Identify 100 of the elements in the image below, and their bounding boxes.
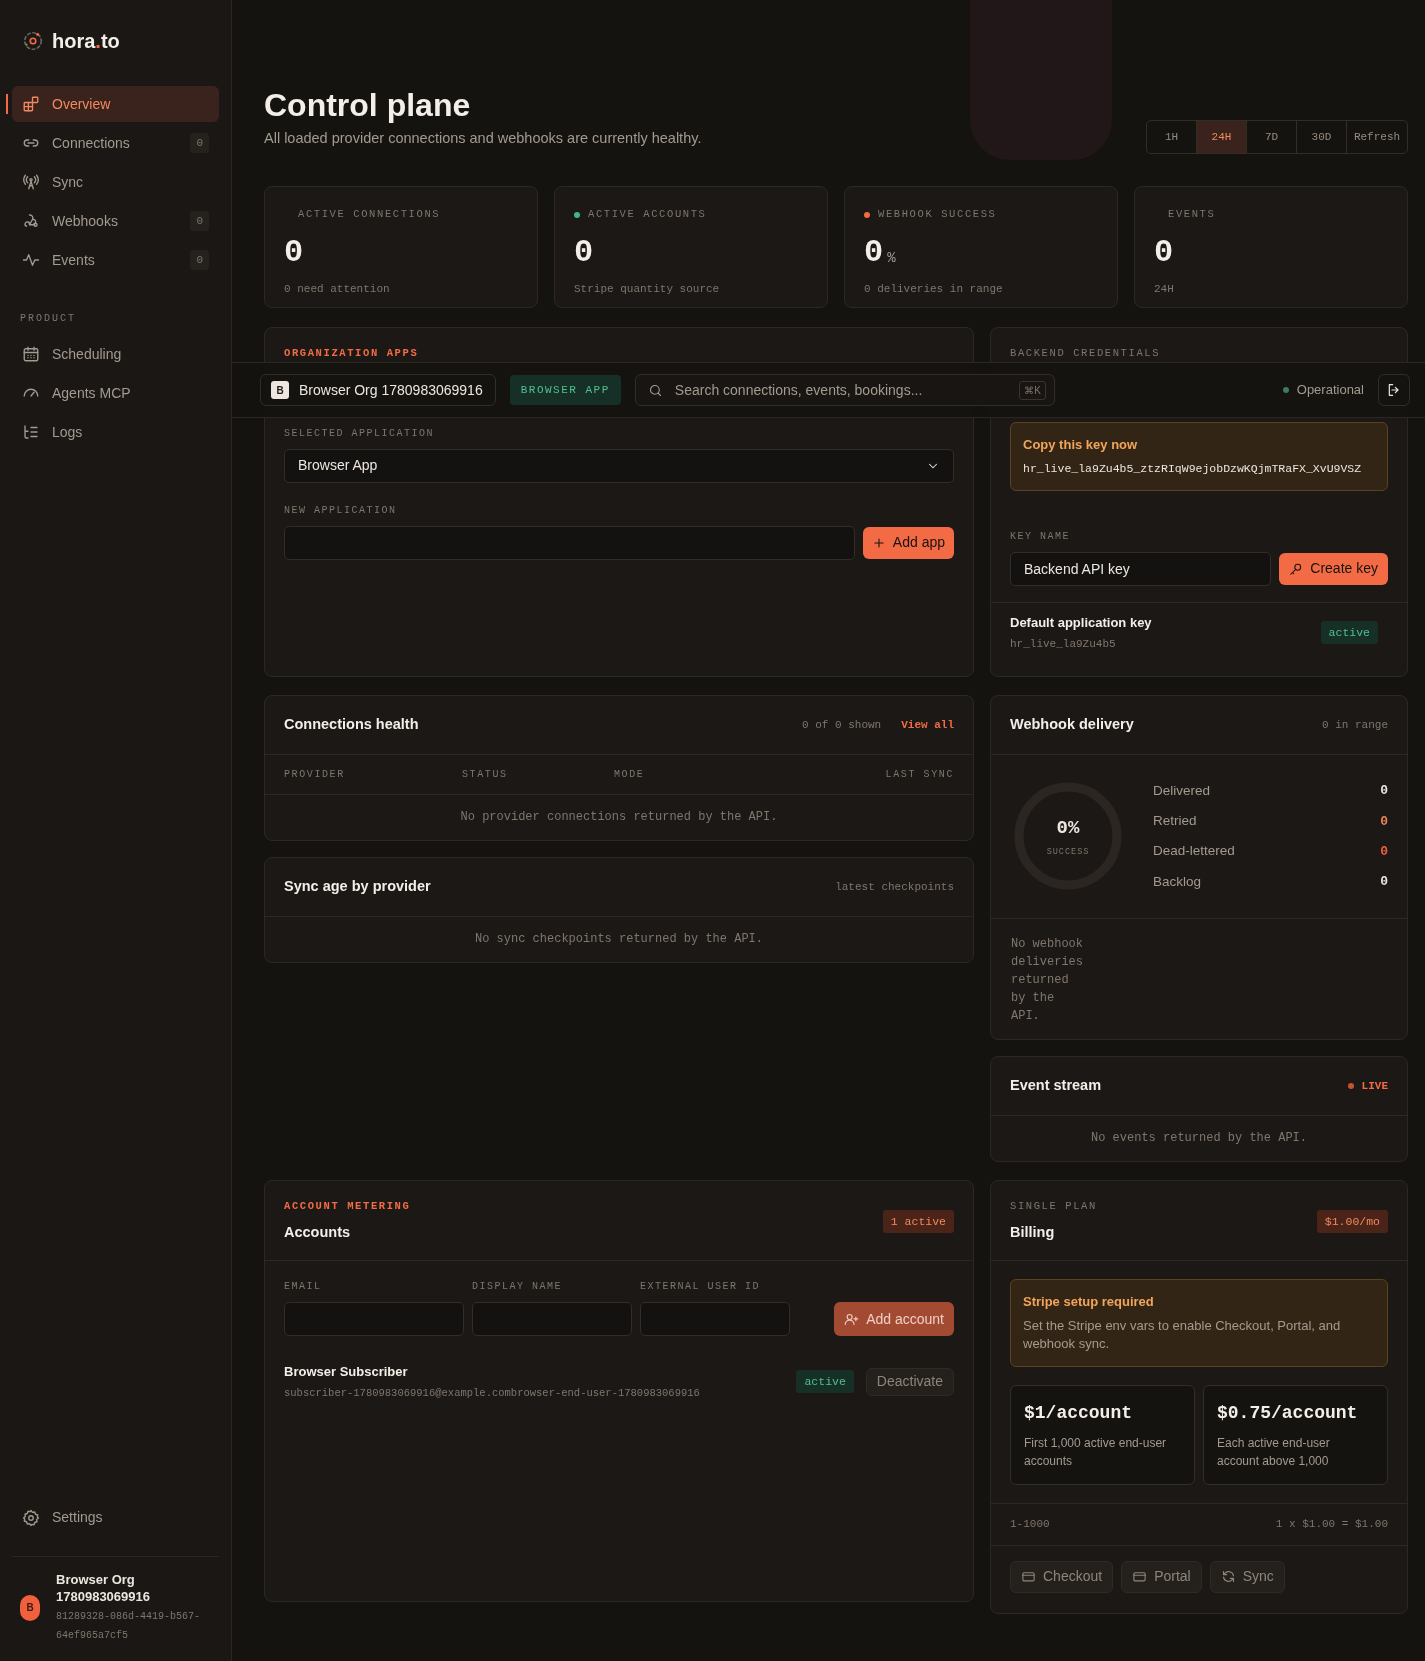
key-icon: [1289, 561, 1304, 576]
section-label: PRODUCT: [20, 312, 77, 326]
range-tab[interactable]: 30D: [1297, 121, 1347, 154]
portal-button[interactable]: Portal: [1121, 1560, 1202, 1593]
metric-value: 0: [1380, 812, 1388, 831]
key-prefix: hr_live_la9Zu4b5: [1010, 637, 1117, 653]
notice-text: Set the Stripe env vars to enable Checkout, Portal, and webhook sync.: [1023, 1316, 1342, 1354]
text-field[interactable]: [472, 1302, 632, 1337]
stat-value: 0: [864, 236, 884, 269]
sync-button[interactable]: Sync: [1209, 1560, 1285, 1593]
view-all-link[interactable]: View all: [901, 716, 954, 734]
status-text: Operational: [1296, 381, 1364, 400]
key-name-field[interactable]: Backend API key: [1010, 551, 1272, 586]
empty-message: No webhook deliveries returned by the API.: [1011, 935, 1083, 1025]
count-badge: 0: [190, 249, 209, 271]
live-label: LIVE: [1361, 1078, 1388, 1094]
range-tab[interactable]: 24H: [1197, 121, 1247, 154]
user-plus-icon: [844, 1311, 860, 1327]
stat-label: ACTIVE ACCOUNTS: [588, 207, 707, 223]
text-field[interactable]: [284, 1302, 464, 1337]
field-label: NEW APPLICATION: [284, 503, 398, 518]
account-detail: subscriber-1780983069916@example.combrowser-end-user-1780983069916: [284, 1385, 701, 1401]
tier-price: $1/account: [1024, 1402, 1134, 1426]
create-key-button[interactable]: Create key: [1279, 552, 1388, 585]
column-header: MODE: [614, 767, 646, 782]
org-initial: B: [271, 381, 289, 399]
column-header: LAST SYNC: [884, 767, 954, 782]
search-icon: [647, 382, 663, 398]
logout-button[interactable]: [1378, 374, 1410, 406]
stat-label: EVENTS: [1168, 207, 1216, 223]
calendar-icon: [22, 345, 40, 363]
app-name-field[interactable]: [284, 525, 855, 560]
stat-unit: %: [887, 248, 896, 268]
empty-message: No sync checkpoints returned by the API.: [473, 930, 764, 948]
app-badge: BROWSER APP: [509, 374, 621, 406]
stat-value: 0: [574, 236, 594, 269]
section-eyebrow: BACKEND CREDENTIALS: [1010, 346, 1162, 362]
search-input[interactable]: Search connections, events, bookings...: [672, 378, 1010, 402]
nav-item[interactable]: Settings: [12, 1499, 219, 1536]
nav-item[interactable]: Logs: [12, 414, 219, 450]
org-switcher[interactable]: B Browser Org 1780983069916: [260, 374, 496, 406]
stat-caption: 0 deliveries in range: [864, 281, 1004, 297]
card-title: Billing: [1010, 1223, 1056, 1243]
card-note: 0 of 0 shown: [801, 717, 882, 733]
checkout-button[interactable]: Checkout: [1010, 1560, 1114, 1593]
text-field[interactable]: [640, 1302, 790, 1337]
search-field[interactable]: Search connections, events, bookings... ⌘K: [634, 374, 1055, 406]
stat-value: 0: [1154, 236, 1174, 269]
antenna-icon: [22, 173, 40, 191]
add-app-button[interactable]: Add app: [862, 526, 954, 559]
nav-item[interactable]: Connections 0: [12, 125, 219, 161]
card-note: latest checkpoints: [835, 879, 954, 895]
add-account-button[interactable]: Add account: [834, 1302, 954, 1337]
count-badge: 1 active: [882, 1209, 954, 1233]
card-icon: [1132, 1569, 1148, 1585]
column-header: STATUS: [462, 767, 509, 782]
page-title: Control plane: [264, 86, 472, 125]
stat-value: 0: [284, 236, 304, 269]
app-select[interactable]: Browser App: [284, 448, 954, 483]
card-note: 0 in range: [1322, 717, 1388, 733]
status-dot: [1282, 387, 1289, 393]
hook-icon: [22, 212, 40, 230]
logo-text: hora.to: [52, 29, 120, 54]
deactivate-button[interactable]: Deactivate: [865, 1367, 954, 1396]
nav-item[interactable]: Sync: [12, 164, 219, 200]
pulse-icon: [22, 251, 40, 269]
refresh-button[interactable]: Refresh: [1347, 121, 1407, 154]
account-name: Browser Subscriber: [284, 1363, 409, 1382]
section-eyebrow: SINGLE PLAN: [1010, 1198, 1097, 1214]
empty-message: No provider connections returned by the API.: [459, 808, 779, 826]
live-dot: [1347, 1082, 1354, 1089]
org-name: Browser Org 1780983069916: [56, 1570, 151, 1606]
tier-description: Each active end-user account above 1,000: [1217, 1435, 1331, 1470]
card-title: Accounts: [284, 1223, 352, 1243]
range-tab[interactable]: 7D: [1247, 121, 1297, 154]
status-badge: active: [1320, 621, 1378, 645]
page-subtitle: All loaded provider connections and webhooks are currently healthy.: [264, 129, 702, 149]
nav-item[interactable]: Events 0: [12, 242, 219, 278]
nav-item[interactable]: Agents MCP: [12, 375, 219, 411]
metric-label: Delivered: [1153, 781, 1211, 800]
nav-item[interactable]: Scheduling: [12, 336, 219, 372]
metric-label: Backlog: [1153, 872, 1202, 891]
status-badge: active: [796, 1370, 854, 1394]
avatar: B: [20, 1594, 40, 1621]
grid-icon: [22, 95, 40, 113]
key-name: Default application key: [1010, 613, 1152, 632]
stat-label: ACTIVE CONNECTIONS: [298, 207, 441, 223]
gauge-value: 0%: [1055, 817, 1081, 841]
card-title: Event stream: [1010, 1075, 1102, 1095]
stat-caption: 0 need attention: [284, 281, 391, 297]
count-badge: 0: [190, 210, 209, 232]
section-eyebrow: ORGANIZATION APPS: [284, 346, 420, 362]
shortcut-hint: ⌘K: [1019, 380, 1046, 400]
tier-calculation: 1 x $1.00 = $1.00: [1275, 1517, 1388, 1533]
field-label: EMAIL: [284, 1280, 323, 1295]
list-icon: [22, 423, 40, 441]
tier-price: $0.75/account: [1217, 1402, 1359, 1426]
org-id: 81289328-086d-4419-b567-64ef965a7cf5: [56, 1610, 202, 1643]
nav-item[interactable]: Webhooks 0: [12, 203, 219, 239]
card-title: Sync age by provider: [284, 876, 431, 896]
